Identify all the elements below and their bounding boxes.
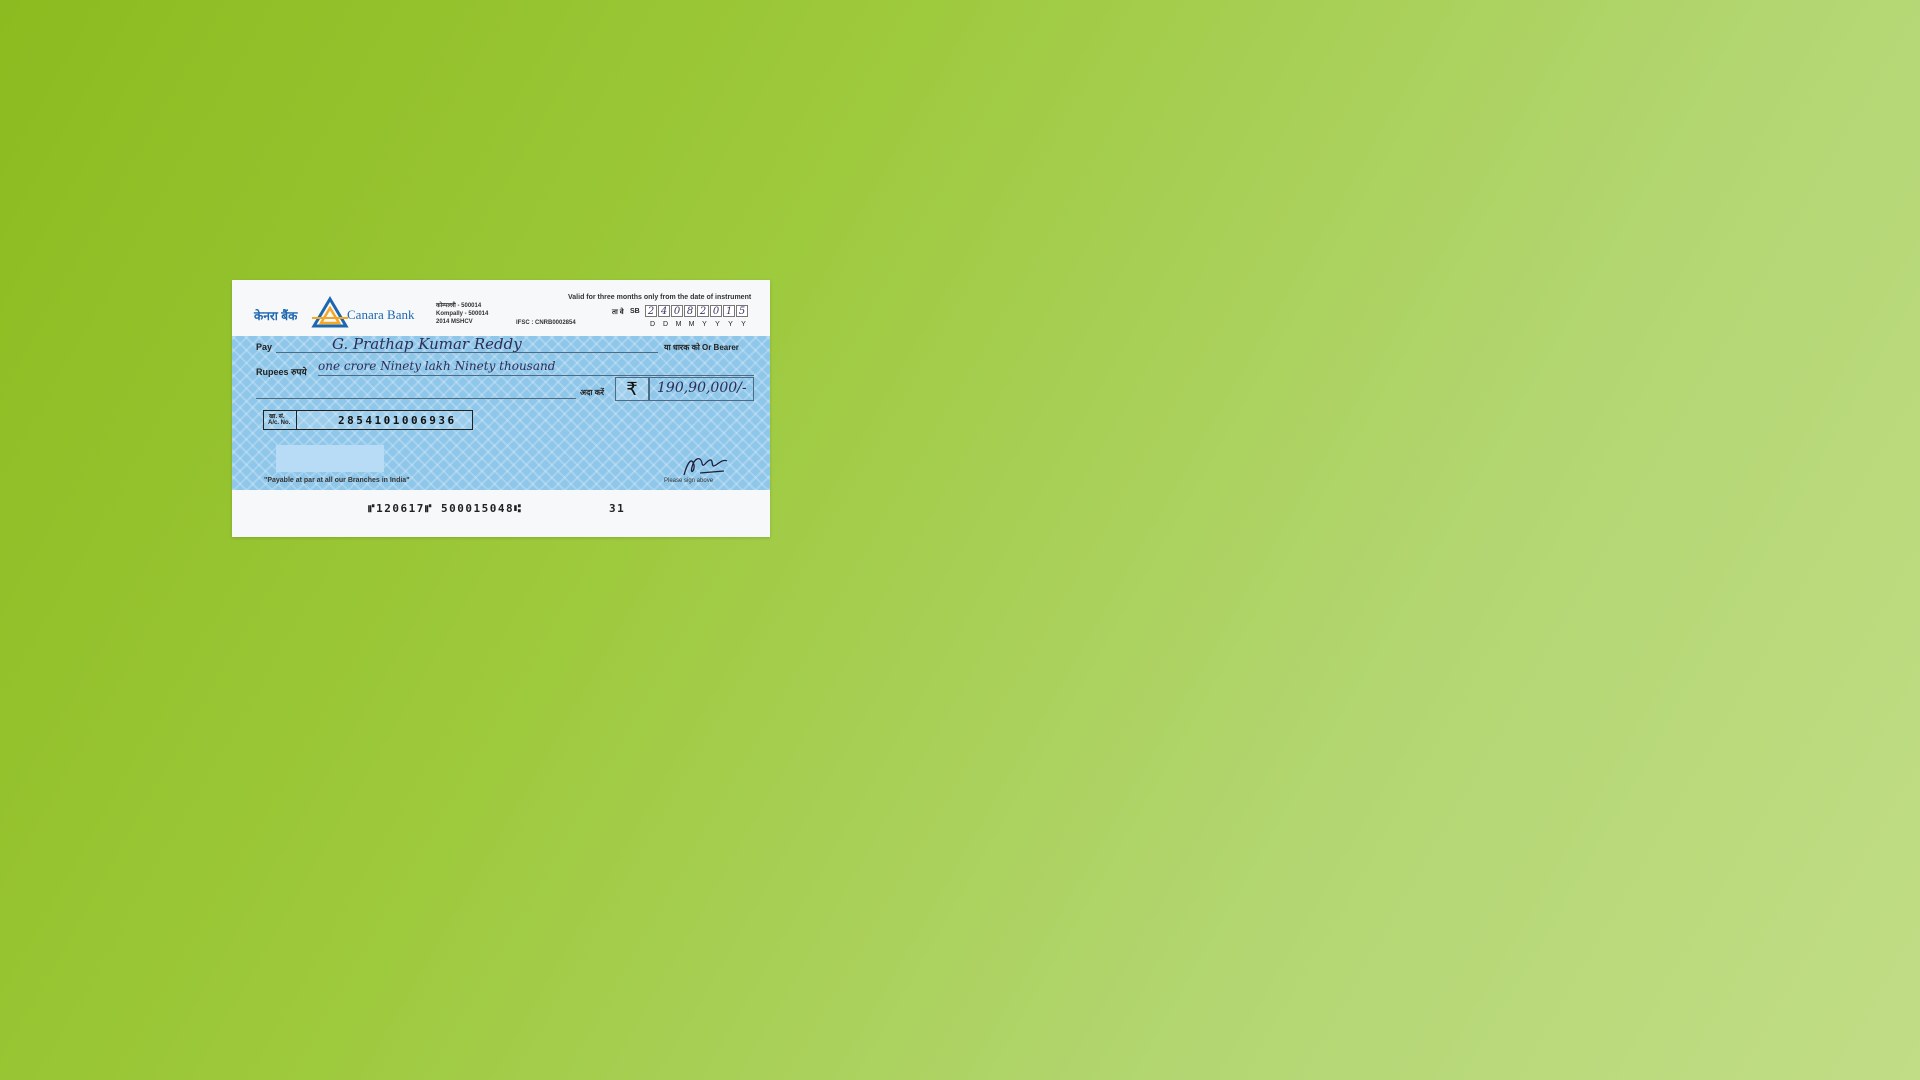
- payable-at-par-note: "Payable at par at all our Branches in I…: [264, 477, 410, 484]
- date-digit: 4: [658, 305, 670, 317]
- account-box-divider: [296, 410, 297, 430]
- cheque-image: केनरा बैंक Canara Bank कोम्पल्ली - 50001…: [232, 280, 770, 537]
- account-number: 2854101006936: [338, 414, 457, 427]
- amount-words-line: [318, 375, 754, 376]
- micr-transaction-code: 31: [609, 502, 626, 515]
- date-digit: 2: [645, 305, 657, 317]
- account-type-label: SB: [630, 308, 640, 315]
- payee-name: G. Prathap Kumar Reddy: [332, 335, 522, 353]
- date-boxes: 2 4 0 8 2 0 1 5: [645, 305, 749, 317]
- signature-icon: [683, 458, 728, 476]
- branch-code: 2014 MSHCV: [436, 319, 473, 325]
- amount-words-line-2: [256, 398, 576, 399]
- date-digit: 5: [736, 305, 748, 317]
- date-format-char: M: [675, 321, 682, 328]
- date-label-hindi: ता वे: [612, 309, 624, 316]
- date-digit: 8: [684, 305, 696, 317]
- rupee-symbol: ₹: [615, 377, 649, 401]
- pay-label: Pay: [256, 342, 273, 352]
- date-format-char: D: [662, 321, 669, 328]
- date-format-char: Y: [741, 321, 746, 328]
- date-format-char: M: [688, 321, 695, 328]
- account-label-hindi: खा. सं.: [269, 414, 285, 420]
- date-format-char: D: [649, 321, 656, 328]
- bank-name-hindi: केनरा बैंक: [254, 309, 298, 323]
- date-digit: 0: [710, 305, 722, 317]
- amount-in-figures: 190,90,000/-: [657, 380, 747, 396]
- date-format-legend: D D M M Y Y Y Y: [646, 321, 750, 328]
- bank-name: Canara Bank: [347, 307, 415, 322]
- date-format-char: Y: [728, 321, 733, 328]
- micr-code: ⑈120617⑈ 500015048⑆: [368, 502, 523, 515]
- stamp-area: [276, 445, 384, 472]
- branch-address: कोम्पल्ली - 500014 Kompally - 500014 201…: [436, 302, 488, 326]
- date-digit: 2: [697, 305, 709, 317]
- branch-line-english: Kompally - 500014: [436, 311, 489, 317]
- canara-bank-logo-icon: [311, 296, 349, 328]
- pay-amount-label-hindi: अदा करें: [580, 388, 605, 397]
- branch-line-hindi: कोम्पल्ली - 500014: [436, 303, 482, 309]
- date-format-char: Y: [702, 321, 707, 328]
- amount-in-words: one crore Ninety lakh Ninety thousand: [318, 359, 556, 373]
- sign-here-label: Please sign above: [664, 478, 714, 484]
- date-digit: 1: [723, 305, 735, 317]
- bearer-label: या धारक को Or Bearer: [664, 343, 739, 352]
- date-format-char: Y: [715, 321, 720, 328]
- rupees-label: Rupees रुपये: [256, 367, 307, 377]
- account-label: A/c. No.: [268, 420, 291, 426]
- ifsc-code: IFSC : CNRB0002854: [516, 320, 576, 326]
- validity-note: Valid for three months only from the dat…: [568, 294, 752, 301]
- date-digit: 0: [671, 305, 683, 317]
